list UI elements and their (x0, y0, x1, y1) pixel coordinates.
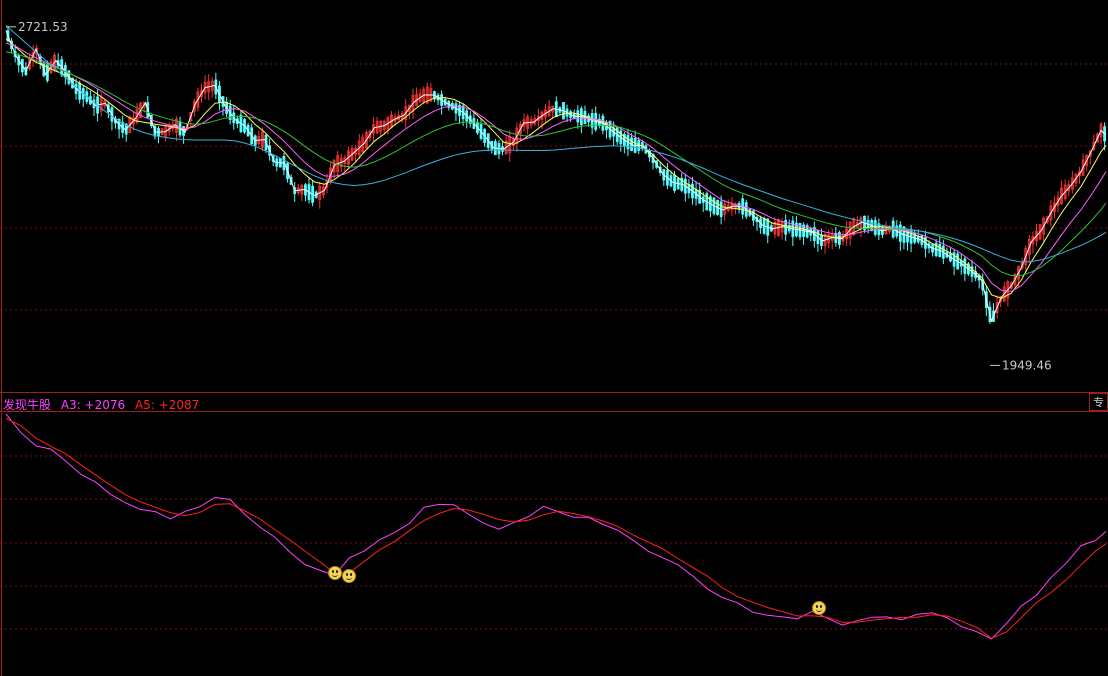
panel-frame (0, 0, 1108, 676)
smiley-icon (327, 565, 342, 580)
price-labels: 2721.53 1949.46 (18, 20, 1052, 373)
low-price-label: 1949.46 (1002, 358, 1052, 372)
indicator-line-a3 (5, 413, 1107, 640)
moving-average-line-1 (5, 30, 1107, 323)
grid-lines (0, 63, 1108, 630)
moving-average-lines (5, 25, 1107, 366)
a5-value: A5: +2087 (134, 398, 200, 412)
indicator-lines (5, 413, 1107, 640)
side-tab-button[interactable]: 专 (1089, 393, 1108, 411)
indicator-name: 发现牛股 (3, 398, 52, 412)
indicator-title-bar: 发现牛股 A3: +2076 A5: +2087 (3, 396, 205, 413)
candlesticks (6, 26, 1107, 324)
moving-average-line-2 (5, 38, 1107, 299)
moving-average-line-4 (5, 51, 1107, 277)
indicator-line-a5 (5, 417, 1107, 639)
moving-average-line-5 (5, 25, 1107, 263)
a3-value: A3: +2076 (60, 398, 126, 412)
stock-chart[interactable]: 2721.53 1949.46 (0, 0, 1108, 676)
high-price-label: 2721.53 (18, 20, 68, 34)
